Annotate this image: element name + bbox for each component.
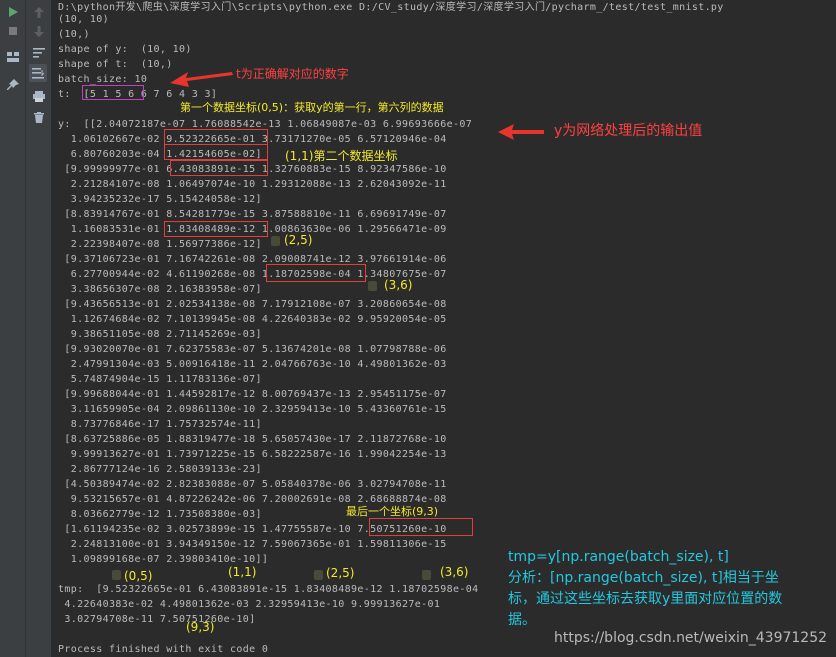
coord-2-5-annotation: (2,5) [284,233,313,247]
y-0-5-box [164,129,268,145]
t-highlight-box [82,85,144,100]
scroll-to-end-icon[interactable] [29,64,47,82]
y-1-1-row-box [170,160,268,176]
marker [314,570,323,580]
explanation-line: 标，通过这些坐标去获取y里面对应位置的数 [508,591,783,607]
console-line: 2.22398407e-08 1.56977386e-12] [58,239,262,250]
explanation-line: 分析：[np.range(batch_size), t]相当于坐 [508,570,779,586]
last-coord-annotation: 最后一个坐标(9,3) [346,505,439,518]
run-icon[interactable] [4,3,22,21]
watermark: https://blog.csdn.net/weixin_43971252 [554,630,828,646]
console-line: Process finished with exit code 0 [58,644,269,655]
tmp-label-9-3: (9,3) [186,620,215,634]
console-line: [8.63725886e-05 1.88319477e-18 5.6505743… [58,434,447,445]
explanation-line: tmp=y[np.range(batch_size), t] [508,549,729,565]
console-line: D:\python开发\爬虫\深度学习入门\Scripts\python.exe… [58,2,724,13]
console-line: shape of y: (10, 10) [58,44,192,55]
console-toolbar [26,0,52,657]
console-line: 3.11659905e-04 2.09861130e-10 2.32959413… [58,404,447,415]
console-line: 9.38651105e-08 2.71145269e-03] [58,329,262,340]
print-icon[interactable] [30,87,48,105]
y-9-3-box [369,518,473,536]
tmp-label-2-5: (2,5) [326,566,355,580]
console-line: shape of t: (10,) [58,59,173,70]
second-coord-annotation: (1,1)第二个数据坐标 [285,149,398,163]
tmp-label-1-1: (1,1) [228,565,257,579]
trash-icon[interactable] [30,108,48,126]
console-line: 3.02794708e-11 7.50751260e-10] [58,614,256,625]
arrow-up-icon[interactable] [30,3,48,21]
console-line: [8.83914767e-01 8.54281779e-15 3.8758881… [58,209,447,220]
arrow-down-icon[interactable] [30,22,48,40]
explanation-line: 据。 [508,612,536,628]
console-line: 3.38656307e-08 2.16383958e-07] [58,284,262,295]
console-line: 5.74874904e-15 1.11783136e-07] [58,374,262,385]
console-line: [4.50389474e-02 2.82383088e-07 5.0584037… [58,479,447,490]
console-line: 1.12674684e-02 7.10139945e-08 4.22640383… [58,314,447,325]
console-line: [9.99688044e-01 1.44592817e-12 8.0076943… [58,389,447,400]
marker [368,281,377,291]
arrow-icon [170,72,233,87]
console-line: (10, 10) [58,14,109,25]
console-line: (10,) [58,29,90,40]
console-line: 2.47991304e-03 5.00916418e-11 2.04766763… [58,359,447,370]
console-line: [9.37106723e-01 7.16742261e-08 2.0900874… [58,254,447,265]
y-annotation: y为网络处理后的输出值 [554,123,703,139]
pin-icon[interactable] [4,76,22,94]
layout-icon[interactable] [4,48,22,66]
console-line: 3.94235232e-17 5.15424058e-12] [58,194,262,205]
explanation-text: tmp=y[np.range(batch_size), t] 分析：[np.ra… [508,547,828,631]
marker [422,570,431,580]
soft-wrap-icon[interactable] [30,44,48,62]
y-1-1-box [164,144,268,160]
console-line: 9.99913627e-01 1.73971225e-15 6.58222587… [58,449,447,460]
console-line: 8.03662779e-12 1.73508380e-03] [58,509,262,520]
console-line: [9.43656513e-01 2.02534138e-08 7.1791210… [58,299,447,310]
marker [271,236,280,246]
marker [112,570,121,580]
console-line: 2.86777124e-16 2.58039133e-23] [58,464,262,475]
console-line: [9.93020070e-01 7.62375583e-07 5.1367420… [58,344,447,355]
run-toolbar [0,0,25,657]
t-annotation: t为正确解对应的数字 [236,67,349,81]
coord-3-6-annotation: (3,6) [384,278,413,292]
y-2-5-box [164,221,268,237]
console-line: 2.24813100e-01 3.94349150e-12 7.59067365… [58,539,447,550]
first-coord-annotation: 第一个数据坐标(0,5)：获取y的第一行，第六列的数据 [180,101,444,114]
tmp-label-3-6: (3,6) [440,565,469,579]
tmp-label-0-5: (0,5) [124,569,153,583]
console-line: 8.73776846e-17 1.75732574e-11] [58,419,262,430]
console-line: tmp: [9.52322665e-01 6.43083891e-15 1.83… [58,584,479,595]
console-line: 2.21284107e-08 1.06497074e-10 1.29312088… [58,179,447,190]
stop-icon[interactable] [4,22,22,40]
y-3-6-box [266,264,366,282]
arrow-icon [498,124,544,140]
console-line: 4.22640383e-02 4.49801362e-03 2.32959413… [58,599,441,610]
